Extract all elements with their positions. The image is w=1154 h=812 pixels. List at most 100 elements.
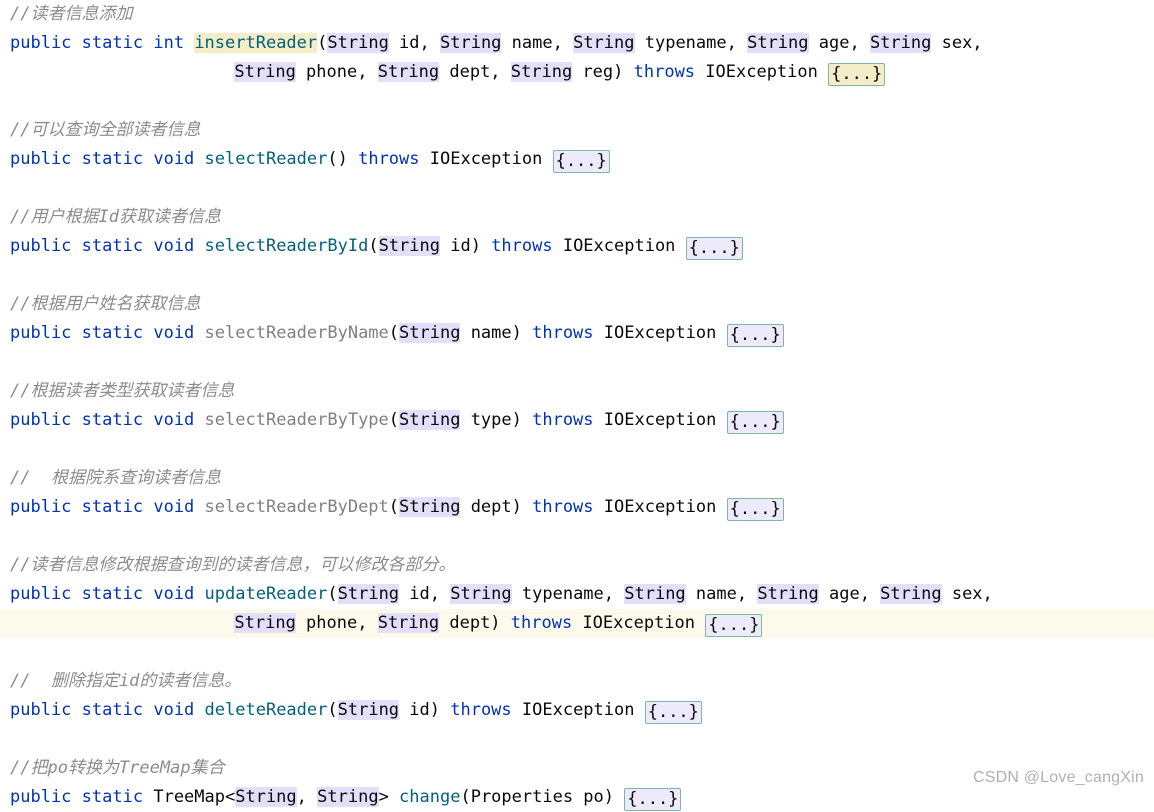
- code-line-comment-select-reader-by-type[interactable]: //根据读者类型获取读者信息: [0, 377, 1154, 406]
- code-line-blank-1[interactable]: [0, 87, 1154, 116]
- code-line-sig-delete-reader[interactable]: public static void deleteReader(String i…: [0, 696, 1154, 725]
- token-kw-4: void: [153, 700, 195, 720]
- token-punc-5: [194, 236, 204, 256]
- comment-text: //根据读者类型获取读者信息: [10, 381, 235, 401]
- folded-code-block[interactable]: {...}: [705, 614, 763, 637]
- code-line-sig-update-reader-a[interactable]: public static void updateReader(String i…: [0, 580, 1154, 609]
- code-line-sig-update-reader-b[interactable]: String phone, String dept) throws IOExce…: [0, 609, 1154, 638]
- token-param-3: dept,: [439, 62, 511, 82]
- code-line-sig-select-reader-by-id[interactable]: public static void selectReaderById(Stri…: [0, 232, 1154, 261]
- token-type-10: String: [450, 584, 512, 604]
- token-param-15: age,: [818, 584, 881, 604]
- token-punc-5: [194, 584, 204, 604]
- code-line-sig-select-reader-by-name[interactable]: public static void selectReaderByName(St…: [0, 319, 1154, 348]
- folded-code-block[interactable]: {...}: [552, 150, 610, 173]
- comment-text: //可以查询全部读者信息: [10, 120, 201, 140]
- token-type-0: String: [234, 613, 296, 633]
- token-kw-2: static: [81, 787, 144, 807]
- token-param-13: typename,: [634, 33, 748, 53]
- token-mname-g-6: selectReaderByName: [204, 323, 389, 343]
- folded-code-block[interactable]: {...}: [644, 701, 702, 724]
- token-kw-2: static: [81, 700, 144, 720]
- folded-code-block[interactable]: {...}: [726, 498, 784, 521]
- code-editor-viewport[interactable]: //读者信息添加 public static int insertReader(S…: [0, 0, 1154, 811]
- token-punc-3: [143, 410, 153, 430]
- token-param-9: type): [460, 410, 533, 430]
- token-type-2: String: [377, 613, 440, 633]
- token-kw-4: void: [153, 236, 195, 256]
- code-line-comment-select-reader-by-dept[interactable]: // 根据院系查询读者信息: [0, 464, 1154, 493]
- token-kw-4: throws: [510, 613, 573, 633]
- code-line-blank-6[interactable]: [0, 522, 1154, 551]
- token-type-8: String: [378, 236, 440, 256]
- token-param-11: typename,: [511, 584, 625, 604]
- token-punc-8: >: [378, 787, 400, 807]
- token-type-10: (Properties po): [460, 787, 625, 807]
- token-kw-4: void: [153, 497, 195, 517]
- token-type-12: String: [573, 33, 635, 53]
- code-line-comment-select-reader-by-name[interactable]: //根据用户姓名获取信息: [0, 290, 1154, 319]
- token-punc-1: [71, 236, 81, 256]
- code-line-comment-select-reader-by-id[interactable]: //用户根据Id获取读者信息: [0, 203, 1154, 232]
- folded-code-block[interactable]: {...}: [726, 324, 784, 347]
- code-line-blank-8[interactable]: [0, 725, 1154, 754]
- code-line-comment-select-reader[interactable]: //可以查询全部读者信息: [0, 116, 1154, 145]
- token-punc-3: [143, 584, 153, 604]
- code-line-blank-7[interactable]: [0, 638, 1154, 667]
- token-punc-5: [194, 410, 204, 430]
- token-punc-1: [71, 700, 81, 720]
- token-kw-10: throws: [450, 700, 512, 720]
- token-punc-5: [194, 149, 204, 169]
- code-line-blank-3[interactable]: [0, 261, 1154, 290]
- token-kw-4: void: [153, 323, 195, 343]
- code-line-blank-2[interactable]: [0, 174, 1154, 203]
- token-punc-3: [143, 236, 153, 256]
- token-kw-10: throws: [491, 236, 553, 256]
- folded-code-block[interactable]: {...}: [624, 788, 682, 811]
- token-punc-1: [71, 410, 81, 430]
- code-line-comment-delete-reader[interactable]: // 删除指定id的读者信息。: [0, 667, 1154, 696]
- token-punc-7: (: [388, 410, 400, 430]
- token-type-8: String: [337, 700, 400, 720]
- token-type-9: IOException: [419, 149, 553, 169]
- token-kw-6: throws: [633, 62, 696, 82]
- token-punc-7: (): [327, 149, 359, 169]
- token-punc-3: [143, 787, 153, 807]
- token-mname-6: selectReader: [204, 149, 328, 169]
- code-line-sig-select-reader[interactable]: public static void selectReader() throws…: [0, 145, 1154, 174]
- token-type-10: String: [440, 33, 502, 53]
- token-mname-6: updateReader: [204, 584, 328, 604]
- code-line-comment-update-reader[interactable]: //读者信息修改根据查询到的读者信息，可以修改各部分。: [0, 551, 1154, 580]
- token-mname-g-6: selectReaderByDept: [204, 497, 389, 517]
- code-line-sig-select-reader-by-type[interactable]: public static void selectReaderByType(St…: [0, 406, 1154, 435]
- comment-text: // 删除指定id的读者信息。: [10, 671, 242, 691]
- code-line-comment-insert-reader[interactable]: //读者信息添加: [0, 0, 1154, 29]
- token-param-13: name,: [685, 584, 758, 604]
- comment-text: //读者信息添加: [10, 4, 133, 24]
- token-mname-9: change: [399, 787, 461, 807]
- token-param-17: sex,: [941, 584, 993, 604]
- code-line-blank-5[interactable]: [0, 435, 1154, 464]
- folded-code-block[interactable]: {...}: [685, 237, 743, 260]
- token-type-11: IOException: [552, 236, 686, 256]
- token-kw-0: public: [10, 236, 72, 256]
- token-param-15: age,: [808, 33, 870, 53]
- code-line-sig-select-reader-by-dept[interactable]: public static void selectReaderByDept(St…: [0, 493, 1154, 522]
- token-mname-6: insertReader: [194, 33, 318, 53]
- token-param-3: dept): [439, 613, 511, 633]
- code-line-blank-4[interactable]: [0, 348, 1154, 377]
- folded-code-block[interactable]: {...}: [726, 411, 784, 434]
- token-kw-0: public: [10, 410, 72, 430]
- token-kw-0: public: [10, 700, 72, 720]
- token-type-11: IOException: [593, 410, 727, 430]
- token-punc-7: (: [327, 700, 338, 720]
- token-punc-3: [143, 700, 153, 720]
- token-punc-5: [194, 700, 204, 720]
- code-line-sig-insert-reader-b[interactable]: String phone, String dept, String reg) t…: [0, 58, 1154, 87]
- folded-code-block[interactable]: {...}: [828, 63, 886, 86]
- token-punc-3: [143, 497, 153, 517]
- code-line-sig-insert-reader-a[interactable]: public static int insertReader(String id…: [0, 29, 1154, 58]
- token-kw-2: static: [81, 584, 144, 604]
- token-punc-7: (: [327, 584, 338, 604]
- token-type-4: TreeMap<: [153, 787, 236, 807]
